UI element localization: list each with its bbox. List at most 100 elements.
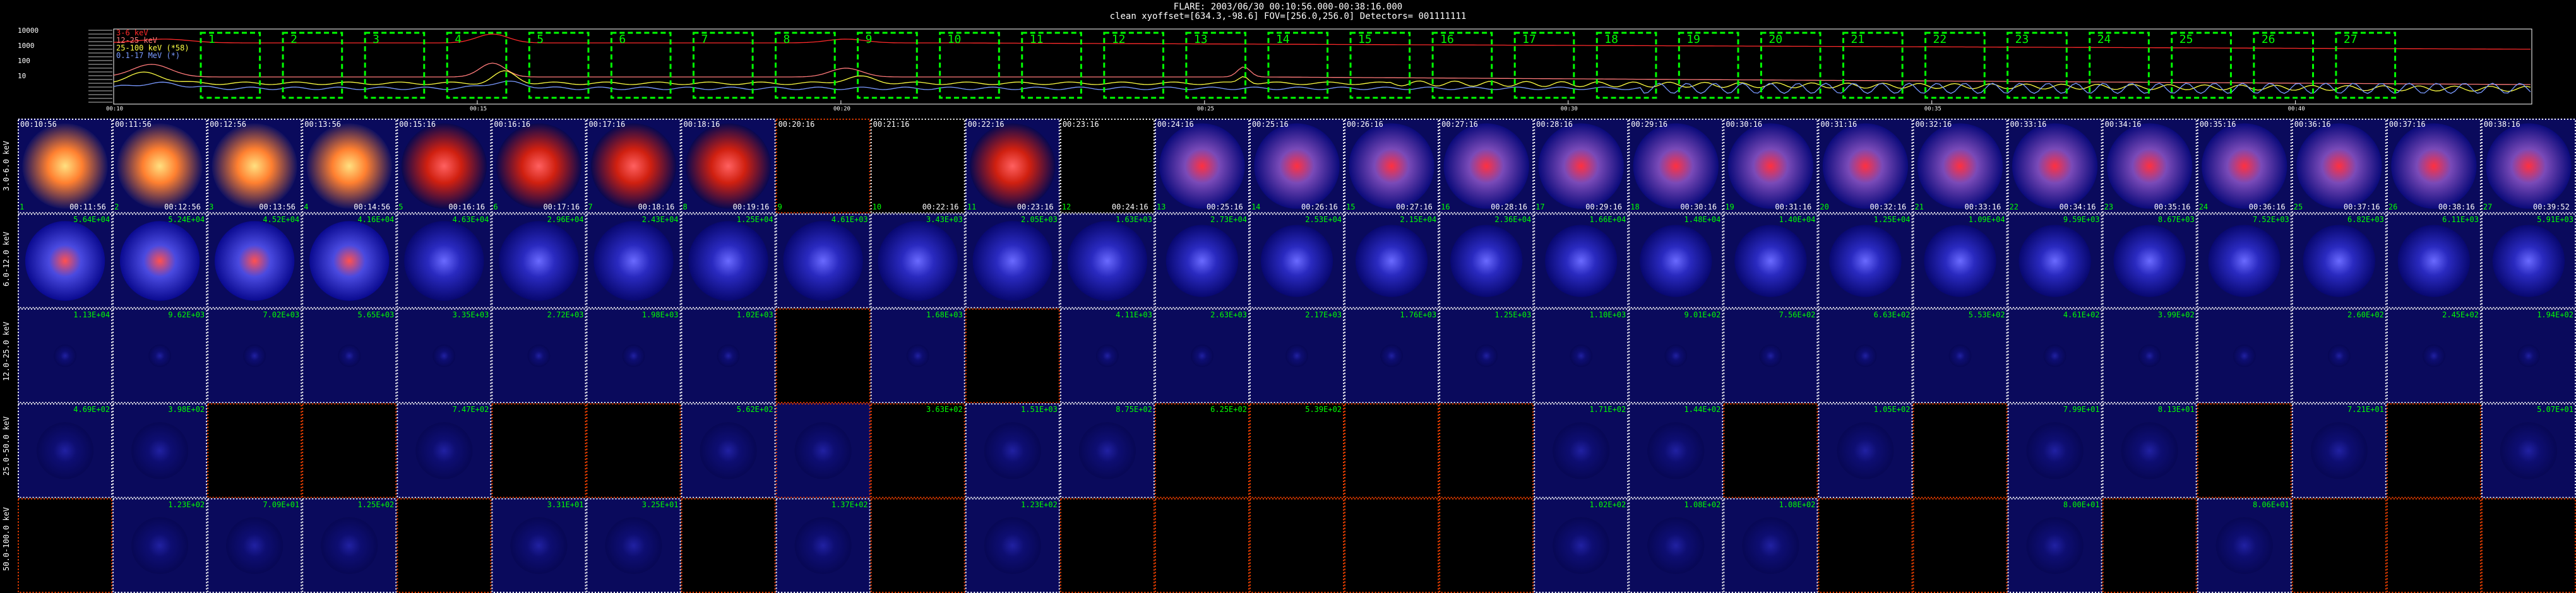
cell-flux-value: 3.63E+02 xyxy=(926,405,963,414)
cell-flux-value: 8.13E+01 xyxy=(2157,405,2195,414)
source-image xyxy=(527,344,551,368)
cell-flux-value: 2.36E+04 xyxy=(1494,215,1532,225)
interval-number: 27 xyxy=(2343,33,2358,46)
source-image xyxy=(605,517,662,574)
cell-index: 18 xyxy=(1630,203,1640,212)
cell-flux-value: 4.61E+03 xyxy=(831,215,868,225)
cell-flux-value: 1.40E+04 xyxy=(1779,215,1816,225)
cell-flux-value: 1.25E+03 xyxy=(1494,310,1532,319)
interval-number: 16 xyxy=(1440,33,1454,46)
source-image xyxy=(1166,225,1239,297)
cell-end-time: 00:23:16 xyxy=(1017,203,1054,212)
source-image xyxy=(1647,422,1705,479)
interval-number: 11 xyxy=(1029,33,1044,46)
source-image xyxy=(1078,422,1136,479)
source-image xyxy=(700,422,757,479)
cell-index: 13 xyxy=(1156,203,1166,212)
source-image xyxy=(496,123,582,209)
cell-flux-value: 5.39E+02 xyxy=(1305,405,1342,414)
image-cell xyxy=(2386,498,2481,593)
source-image xyxy=(717,344,740,368)
cell-end-time: 00:37:16 xyxy=(2343,203,2380,212)
image-cell xyxy=(18,498,113,593)
cell-flux-value: 2.15E+04 xyxy=(1400,215,1437,225)
cell-end-time: 00:11:56 xyxy=(69,203,106,212)
source-image xyxy=(1664,344,1688,368)
cell-start-time: 00:35:16 xyxy=(2199,120,2236,129)
image-cell xyxy=(870,498,965,593)
cell-end-time: 00:31:16 xyxy=(1775,203,1812,212)
cell-start-time: 00:23:16 xyxy=(1062,120,1099,129)
source-image xyxy=(2327,344,2351,368)
source-image xyxy=(2113,225,2186,297)
cell-flux-value: 2.63E+03 xyxy=(1210,310,1247,319)
cell-flux-value: 1.98E+03 xyxy=(641,310,679,319)
lightcurve-xtick-label: 00:25 xyxy=(1196,106,1214,112)
source-image xyxy=(25,221,105,301)
lightcurve-ytick-label: 10000 xyxy=(18,26,39,35)
source-image xyxy=(1727,123,1814,209)
cell-flux-value: 1.48E+04 xyxy=(1684,215,1721,225)
cell-flux-value: 7.56E+02 xyxy=(1779,310,1816,319)
cell-end-time: 00:16:16 xyxy=(448,203,486,212)
source-image xyxy=(226,517,283,574)
interval-number: 10 xyxy=(947,33,962,46)
cell-flux-value: 2.05E+03 xyxy=(1021,215,1058,225)
source-image xyxy=(2121,422,2178,479)
cell-start-time: 00:21:16 xyxy=(873,120,910,129)
interval-number: 18 xyxy=(1604,33,1618,46)
source-image xyxy=(1254,123,1340,209)
image-cell xyxy=(2481,498,2576,593)
cell-flux-value: 1.44E+02 xyxy=(1684,405,1721,414)
source-image xyxy=(1633,123,1719,209)
cell-flux-value: 6.11E+03 xyxy=(2442,215,2479,225)
source-image xyxy=(1450,225,1523,297)
cell-flux-value: 1.66E+04 xyxy=(1589,215,1626,225)
cell-flux-value: 4.11E+03 xyxy=(1116,310,1152,319)
cell-start-time: 00:25:16 xyxy=(1251,120,1289,129)
source-image xyxy=(243,344,266,368)
cell-end-time: 00:36:16 xyxy=(2248,203,2286,212)
source-image xyxy=(415,422,473,479)
source-image xyxy=(1742,517,1799,574)
image-cell xyxy=(1818,498,1913,593)
interval-number: 2 xyxy=(290,33,297,46)
cell-flux-value: 2.43E+04 xyxy=(641,215,679,225)
interval-number: 8 xyxy=(783,33,790,46)
source-image xyxy=(906,344,929,368)
cell-flux-value: 3.35E+03 xyxy=(452,310,489,319)
source-image xyxy=(794,422,852,479)
source-image xyxy=(1917,123,2003,209)
cell-end-time: 00:35:16 xyxy=(2154,203,2191,212)
image-cell xyxy=(681,498,776,593)
cell-start-time: 00:37:16 xyxy=(2388,120,2426,129)
source-image xyxy=(1759,344,1782,368)
cell-index: 26 xyxy=(2388,203,2398,212)
cell-index: 3 xyxy=(209,203,214,212)
source-image xyxy=(1380,344,1404,368)
cell-flux-value: 1.05E+02 xyxy=(1873,405,1911,414)
cell-start-time: 00:32:16 xyxy=(1915,120,1952,129)
interval-number: 6 xyxy=(619,33,626,46)
source-image xyxy=(1829,225,1902,297)
source-image xyxy=(2106,123,2193,209)
interval-number: 17 xyxy=(1522,33,1536,46)
source-image xyxy=(783,221,863,301)
cell-flux-value: 4.69E+02 xyxy=(73,405,110,414)
source-image xyxy=(688,221,768,301)
source-image xyxy=(432,344,456,368)
source-image xyxy=(215,221,295,301)
source-image xyxy=(2310,422,2368,479)
interval-number: 1 xyxy=(208,33,215,46)
cell-start-time: 00:31:16 xyxy=(1820,120,1857,129)
image-cell xyxy=(491,403,587,498)
cell-index: 10 xyxy=(872,203,882,212)
source-image xyxy=(499,221,579,301)
cell-flux-value: 9.62E+03 xyxy=(168,310,205,319)
interval-number: 7 xyxy=(701,33,708,46)
interval-number: 3 xyxy=(373,33,379,46)
source-image xyxy=(1355,225,1428,297)
cell-index: 24 xyxy=(2198,203,2209,212)
source-image xyxy=(622,344,645,368)
source-image xyxy=(2208,225,2281,297)
